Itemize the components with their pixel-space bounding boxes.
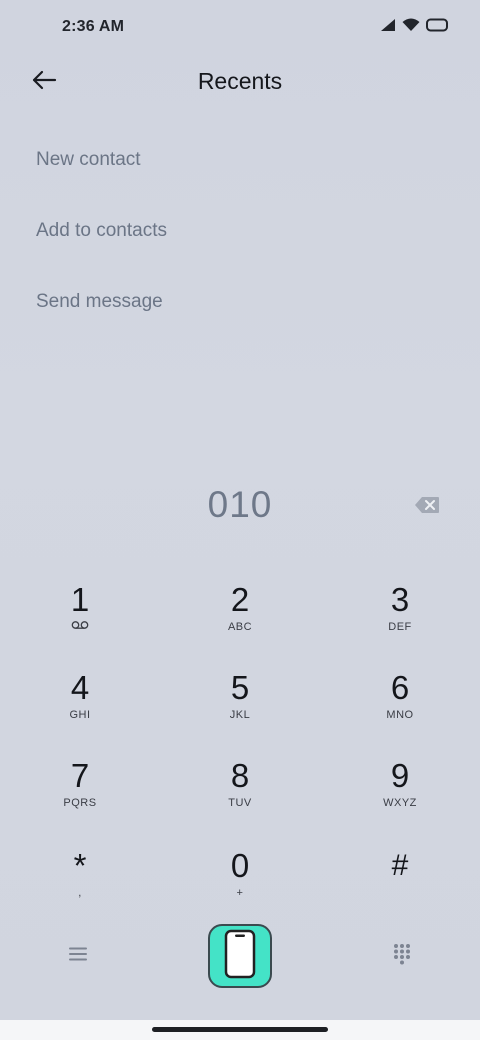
add-to-contacts-option[interactable]: Add to contacts <box>36 211 167 282</box>
dialpad-grid-icon <box>393 943 411 970</box>
key-digit: # <box>391 849 409 882</box>
signal-icon <box>380 18 396 32</box>
key-digit: 4 <box>70 669 90 706</box>
status-icons <box>380 18 448 32</box>
dialpad-toggle-button[interactable] <box>386 940 418 972</box>
key-4[interactable]: 4 GHI <box>20 668 140 748</box>
key-8[interactable]: 8 TUV <box>180 756 300 836</box>
key-digit: 9 <box>390 757 410 794</box>
key-letters: JKL <box>229 709 251 721</box>
key-digit: 7 <box>70 757 90 794</box>
menu-button[interactable] <box>62 942 94 970</box>
call-button[interactable] <box>208 924 272 988</box>
key-1[interactable]: 1 <box>20 580 140 660</box>
key-letters: DEF <box>388 621 412 633</box>
key-letters: ABC <box>227 621 253 633</box>
key-digit: 3 <box>390 581 410 618</box>
backspace-icon <box>414 496 440 519</box>
key-letters: TUV <box>228 797 252 809</box>
key-letters: + <box>236 887 244 899</box>
key-digit: 2 <box>230 581 250 618</box>
key-hash[interactable]: # <box>340 846 460 926</box>
key-letters: PQRS <box>63 797 97 809</box>
dialed-number: 010 <box>207 484 273 525</box>
new-contact-option[interactable]: New contact <box>36 140 167 211</box>
key-digit: 1 <box>70 581 90 618</box>
send-message-option[interactable]: Send message <box>36 282 167 353</box>
key-star[interactable]: * , <box>20 846 140 926</box>
backspace-button[interactable] <box>410 494 444 520</box>
key-digit: 6 <box>390 669 410 706</box>
status-time: 2:36 AM <box>62 18 125 35</box>
key-digit: 8 <box>230 757 250 794</box>
key-5[interactable]: 5 JKL <box>180 668 300 748</box>
wifi-icon <box>402 18 420 32</box>
header: Recents <box>0 56 480 108</box>
key-6[interactable]: 6 MNO <box>340 668 460 748</box>
key-letters: , <box>78 887 82 899</box>
hamburger-menu-icon <box>68 946 88 967</box>
dialer-screen: 2:36 AM Recents New contact Add to conta… <box>0 0 480 1020</box>
key-letters: GHI <box>69 709 91 721</box>
key-letters: WXYZ <box>383 797 417 809</box>
key-9[interactable]: 9 WXYZ <box>340 756 460 836</box>
key-digit: 5 <box>230 669 250 706</box>
status-bar: 2:36 AM <box>0 0 480 56</box>
navigation-bar <box>0 1020 480 1040</box>
bottom-bar <box>0 920 480 1000</box>
voicemail-icon <box>20 620 140 634</box>
key-digit: 0 <box>230 847 250 884</box>
battery-icon <box>426 18 448 32</box>
key-digit: * <box>73 847 87 884</box>
key-7[interactable]: 7 PQRS <box>20 756 140 836</box>
key-2[interactable]: 2 ABC <box>180 580 300 660</box>
key-3[interactable]: 3 DEF <box>340 580 460 660</box>
options-list: New contact Add to contacts Send message <box>36 140 167 353</box>
key-letters <box>340 886 460 900</box>
key-0[interactable]: 0 + <box>180 846 300 926</box>
phone-icon <box>224 929 256 984</box>
page-title: Recents <box>197 68 283 94</box>
home-indicator[interactable] <box>152 1027 328 1032</box>
key-letters: MNO <box>386 709 414 721</box>
